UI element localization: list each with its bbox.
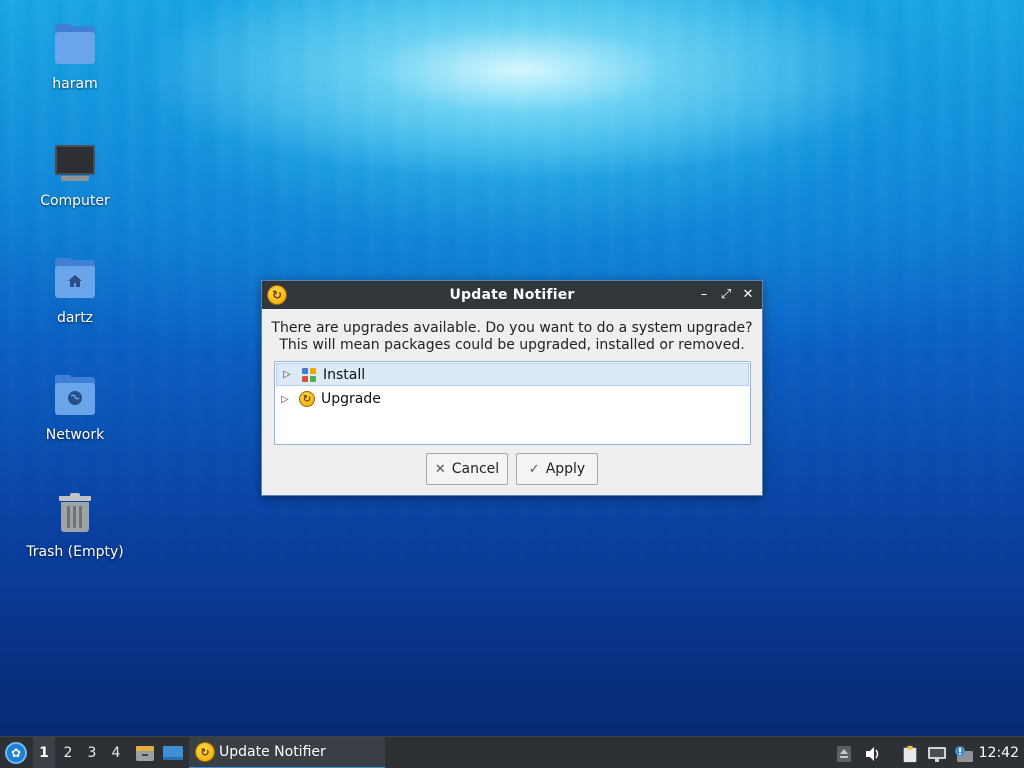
update-notifier-dialog: ↻ Update Notifier – ⤢ ✕ There are upgrad…: [261, 280, 763, 496]
file-manager-launcher[interactable]: [133, 737, 157, 768]
close-button[interactable]: ✕: [740, 286, 756, 304]
start-menu-icon: ✿: [5, 742, 27, 764]
package-tree[interactable]: ▷ Install ▷ ↻ Upgrade: [274, 361, 751, 445]
minimize-button[interactable]: –: [696, 286, 712, 304]
desktop-icon-label: dartz: [56, 310, 94, 326]
task-label: Update Notifier: [219, 744, 326, 760]
clock[interactable]: 12:42: [979, 737, 1019, 768]
cancel-label: Cancel: [451, 461, 500, 477]
update-available-icon[interactable]: [953, 745, 975, 763]
network-icon[interactable]: [927, 745, 947, 763]
desktop-icon-trash[interactable]: Trash (Empty): [15, 490, 135, 560]
upgrade-icon: ↻: [299, 391, 315, 407]
workspace-1[interactable]: 1: [33, 737, 55, 768]
trash-icon: [51, 490, 99, 538]
network-folder-icon: [51, 373, 99, 421]
desktop-icon-label: Trash (Empty): [26, 544, 124, 560]
apply-label: Apply: [545, 461, 586, 477]
show-desktop-launcher[interactable]: [160, 737, 186, 768]
file-manager-icon: [136, 746, 154, 761]
update-notifier-app-icon: ↻: [267, 285, 287, 305]
taskbar: ✿ 1 2 3 4 ↻ Update Notifier 12:42: [0, 736, 1024, 768]
workspace-2[interactable]: 2: [57, 737, 79, 768]
workspace-4[interactable]: 4: [105, 737, 127, 768]
home-folder-icon: [51, 256, 99, 304]
desktop-icon-label: haram: [52, 76, 98, 92]
checkmark-icon: ✓: [528, 461, 540, 477]
tray-arrow-icon[interactable]: [836, 745, 852, 763]
desktop-icon-dartz[interactable]: dartz: [15, 256, 135, 326]
desktop-icon-computer[interactable]: Computer: [15, 139, 135, 209]
install-grid-icon: [301, 367, 317, 383]
desktop-icon-label: Computer: [40, 193, 110, 209]
expand-arrow-icon[interactable]: ▷: [281, 394, 295, 405]
message-line-2: This will mean packages could be upgrade…: [279, 337, 745, 353]
workspace-3[interactable]: 3: [81, 737, 103, 768]
dialog-title: Update Notifier: [449, 287, 575, 303]
desktop-icon-haram[interactable]: haram: [15, 22, 135, 92]
desktop-icon-label: Network: [45, 427, 105, 443]
computer-icon: [51, 139, 99, 187]
cancel-icon: ✕: [434, 461, 446, 477]
expand-arrow-icon[interactable]: ▷: [283, 369, 297, 380]
tree-item-label: Install: [323, 366, 366, 383]
show-desktop-icon: [163, 746, 183, 760]
clipboard-icon[interactable]: [900, 745, 920, 763]
tree-item-upgrade[interactable]: ▷ ↻ Upgrade: [275, 387, 750, 411]
folder-icon: [51, 22, 99, 70]
dialog-titlebar[interactable]: ↻ Update Notifier – ⤢ ✕: [262, 281, 762, 309]
dialog-message: There are upgrades available. Do you wan…: [262, 320, 762, 354]
maximize-button[interactable]: ⤢: [718, 286, 734, 304]
cancel-button[interactable]: ✕ Cancel: [426, 453, 508, 485]
apply-button[interactable]: ✓ Apply: [516, 453, 598, 485]
desktop-icon-network[interactable]: Network: [15, 373, 135, 443]
volume-icon[interactable]: [864, 745, 882, 763]
tree-item-install[interactable]: ▷ Install: [276, 363, 749, 386]
message-line-1: There are upgrades available. Do you wan…: [271, 320, 753, 336]
update-notifier-task-icon: ↻: [195, 742, 215, 762]
tree-item-label: Upgrade: [321, 391, 381, 407]
taskbar-task-update-notifier[interactable]: ↻ Update Notifier: [189, 737, 385, 768]
start-menu-button[interactable]: ✿: [4, 737, 28, 768]
